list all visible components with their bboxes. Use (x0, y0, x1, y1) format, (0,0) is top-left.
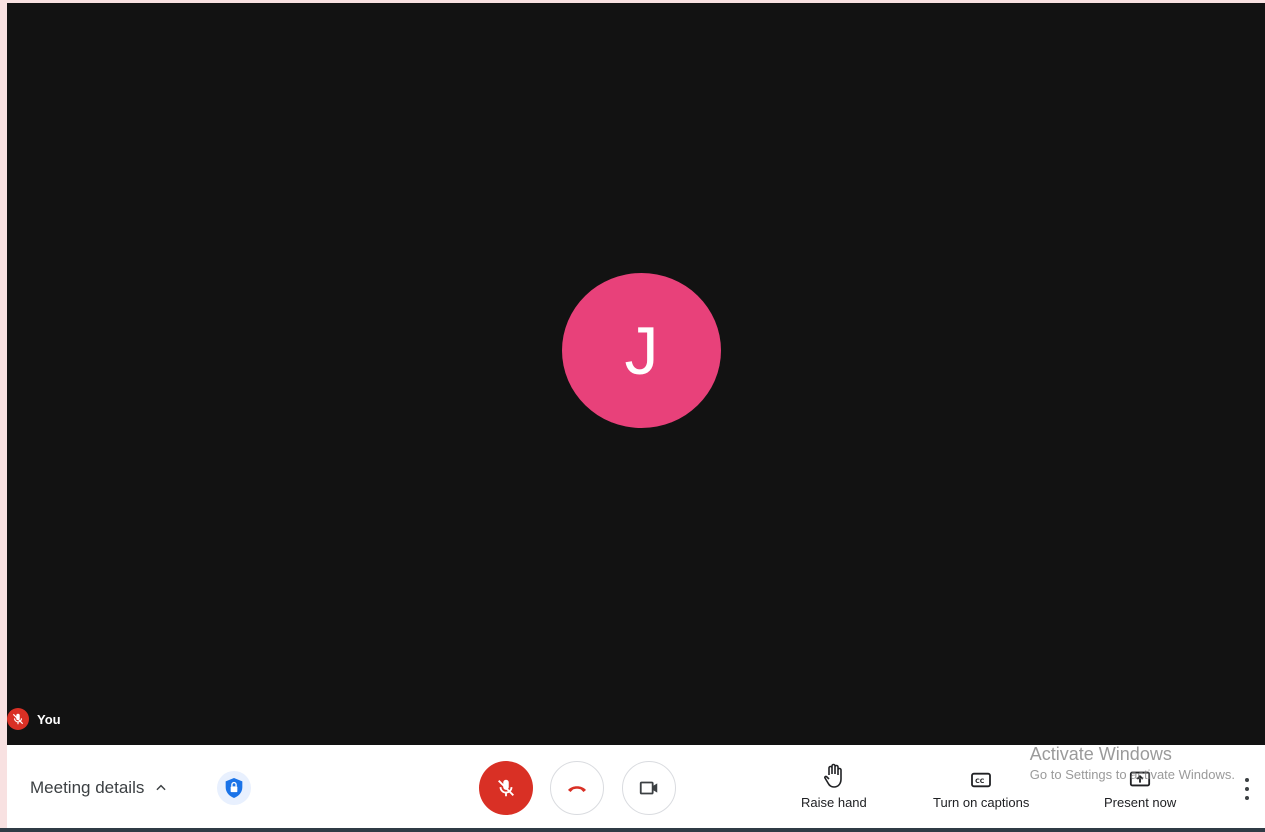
toggle-camera-button[interactable] (622, 761, 676, 815)
present-now-label: Present now (1104, 795, 1177, 810)
present-now-button[interactable]: Present now (1104, 763, 1176, 810)
more-vert-icon (1245, 778, 1249, 782)
taskbar-edge (0, 828, 1265, 832)
video-stage: J (7, 3, 1265, 745)
mic-off-icon (498, 779, 514, 797)
shield-lock-icon (225, 778, 243, 798)
hang-up-icon (568, 786, 586, 792)
more-options-button[interactable] (1241, 778, 1253, 800)
captions-label: Turn on captions (933, 795, 1030, 810)
participant-avatar: J (562, 273, 721, 428)
raise-hand-icon (823, 763, 842, 788)
svg-text:CC: CC (975, 778, 985, 785)
camera-icon (639, 781, 658, 795)
present-icon (1130, 771, 1151, 787)
security-shield-button[interactable] (217, 771, 251, 805)
mic-off-icon (7, 708, 29, 730)
leave-call-button[interactable] (550, 761, 604, 815)
bottom-toolbar: Meeting details Raise hand CC Turn on ca… (7, 745, 1265, 828)
self-name-label: You (37, 711, 61, 727)
more-vert-dot (1245, 796, 1249, 800)
captions-icon: CC (971, 772, 992, 788)
participant-initial: J (624, 312, 659, 389)
meeting-details-label: Meeting details (30, 778, 145, 797)
raise-hand-label: Raise hand (801, 795, 867, 810)
toggle-mic-button[interactable] (479, 761, 533, 815)
self-tile: You (7, 708, 61, 730)
more-vert-dot (1245, 787, 1249, 791)
chevron-up-icon (156, 784, 166, 791)
raise-hand-button[interactable]: Raise hand (801, 763, 867, 810)
captions-button[interactable]: CC Turn on captions (933, 763, 1029, 810)
meeting-details-button[interactable]: Meeting details (30, 778, 168, 798)
